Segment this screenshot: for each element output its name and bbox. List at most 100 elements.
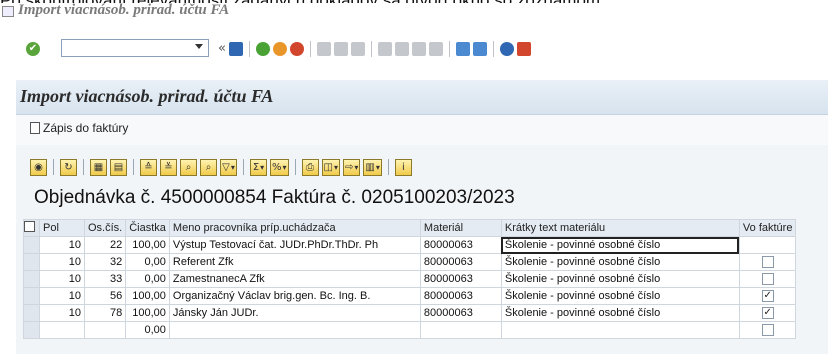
meno-cell[interactable]: Jánsky Ján JUDr. [168,304,421,322]
material-cell[interactable]: 80000063 [419,287,502,305]
checkbox[interactable] [761,324,774,337]
back-icon[interactable] [255,42,270,56]
column-header[interactable]: Čiastka [125,219,170,237]
text-cell[interactable]: Školenie - povinné osobné číslo [500,270,740,288]
text-cell[interactable]: Školenie - povinné osobné číslo [500,304,740,322]
material-cell[interactable] [419,321,502,339]
material-cell[interactable]: 80000063 [419,236,502,254]
cancel-icon[interactable] [289,42,304,56]
last-page-icon[interactable] [428,42,443,56]
vo-fakture-cell[interactable]: ✓ [738,287,797,305]
material-cell[interactable]: 80000063 [419,253,502,271]
exit-icon[interactable] [272,42,287,56]
help-icon[interactable] [499,42,514,56]
deselect-all-icon[interactable]: ▤ [110,158,127,176]
column-header[interactable]: Vo faktúre [738,219,797,237]
material-cell[interactable]: 80000063 [419,270,502,288]
table-row[interactable]: 10 56 100,00 Organizačný Václav brig.gen. B… [23,287,797,305]
first-page-icon[interactable] [377,42,392,56]
row-selector[interactable] [23,236,40,254]
find-icon[interactable]: ⌕ [180,158,197,176]
pol-cell[interactable]: 10 [39,287,85,305]
info-icon[interactable]: i [394,158,412,176]
new-session-icon[interactable] [455,42,470,56]
checkbox[interactable]: ✓ [761,290,774,303]
ciastka-cell[interactable]: 0,00 [125,321,170,339]
vo-fakture-cell[interactable] [738,270,797,288]
layout-icon[interactable] [516,42,531,56]
material-cell[interactable]: 80000063 [419,304,502,322]
column-header[interactable]: Meno pracovníka príp.uchádzača [168,219,421,237]
vo-fakture-cell[interactable] [738,253,797,271]
layout-selector[interactable] [23,219,40,237]
table-row[interactable]: 0,00 [23,321,797,339]
pol-cell[interactable]: 10 [39,270,85,288]
write-to-invoice-button[interactable]: Zápis do faktúry [30,121,128,135]
enter-icon[interactable]: ✔ [26,42,40,56]
ciastka-cell[interactable]: 100,00 [125,304,170,322]
os-cell[interactable]: 78 [83,304,127,322]
table-row[interactable]: 10 22 100,00 Výstup Testovací čat. JUDr.PhD… [23,236,797,254]
refresh-icon[interactable]: ↻ [60,158,77,176]
find-icon[interactable] [333,42,348,56]
row-selector[interactable] [23,287,40,305]
row-selector[interactable] [23,270,40,288]
filter-icon[interactable]: ▽ [220,158,237,176]
text-cell[interactable]: Školenie - povinné osobné číslo [500,287,740,305]
vo-fakture-cell[interactable] [738,236,797,254]
row-selector[interactable] [23,304,40,322]
layout-icon[interactable]: ▥ [363,158,382,176]
find-next-icon[interactable]: ⌕ [200,158,217,176]
os-cell[interactable]: 33 [83,270,127,288]
pol-cell[interactable]: 10 [39,253,85,271]
ciastka-cell[interactable]: 0,00 [125,253,170,271]
row-selector[interactable] [23,321,40,339]
column-header[interactable]: Krátky text materiálu [500,219,740,237]
text-cell[interactable] [500,321,740,339]
sort-asc-icon[interactable]: ≙ [140,158,157,176]
select-all-icon[interactable]: ▦ [90,158,107,176]
pol-cell[interactable] [39,321,85,339]
print-icon[interactable] [316,42,331,56]
text-cell[interactable]: Školenie - povinné osobné číslo [500,253,740,271]
checkbox[interactable]: ✓ [761,307,774,320]
column-header[interactable]: Pol [39,219,85,237]
subtotal-icon[interactable]: % [270,158,289,176]
column-header[interactable]: Os.čís. [83,219,127,237]
os-cell[interactable] [83,321,127,339]
meno-cell[interactable]: Organizačný Václav brig.gen. Bc. Ing. B. [168,287,421,305]
meno-cell[interactable]: ZamestnanecA Zfk [168,270,421,288]
os-cell[interactable]: 22 [83,236,127,254]
next-page-icon[interactable] [411,42,426,56]
meno-cell[interactable] [168,321,421,339]
table-row[interactable]: 10 32 0,00 Referent Zfk 80000063 Školenie - p… [23,253,797,271]
table-row[interactable]: 10 33 0,00 ZamestnanecA Zfk 80000063 Školenie… [23,270,797,288]
sort-desc-icon[interactable]: ≚ [160,158,177,176]
meno-cell[interactable]: Výstup Testovací čat. JUDr.PhDr.ThDr. Ph [168,236,421,254]
ciastka-cell[interactable]: 0,00 [125,270,170,288]
row-selector[interactable] [23,253,40,271]
details-icon[interactable]: ◉ [30,158,47,176]
ciastka-cell[interactable]: 100,00 [125,287,170,305]
chevron-down-icon[interactable] [195,44,203,49]
export-icon[interactable]: ⇨ [343,158,361,176]
shortcut-icon[interactable] [472,42,487,56]
sum-icon[interactable]: Σ [250,158,267,176]
text-cell[interactable]: Školenie - povinné osobné číslo [500,236,740,254]
history-icon[interactable]: « [218,42,226,56]
ciastka-cell[interactable]: 100,00 [125,236,170,254]
command-field[interactable] [61,39,209,57]
checkbox[interactable] [761,256,774,269]
os-cell[interactable]: 32 [83,253,127,271]
prev-page-icon[interactable] [394,42,409,56]
column-header[interactable]: Materiál [419,219,502,237]
views-icon[interactable]: ◫ [321,158,340,176]
save-icon[interactable] [228,42,243,56]
os-cell[interactable]: 56 [83,287,127,305]
pol-cell[interactable]: 10 [39,236,85,254]
checkbox[interactable] [761,273,774,286]
table-row[interactable]: 10 78 100,00 Jánsky Ján JUDr. 80000063 Školen… [23,304,797,322]
vo-fakture-cell[interactable]: ✓ [738,304,797,322]
vo-fakture-cell[interactable] [738,321,797,339]
find-next-icon[interactable] [350,42,365,56]
